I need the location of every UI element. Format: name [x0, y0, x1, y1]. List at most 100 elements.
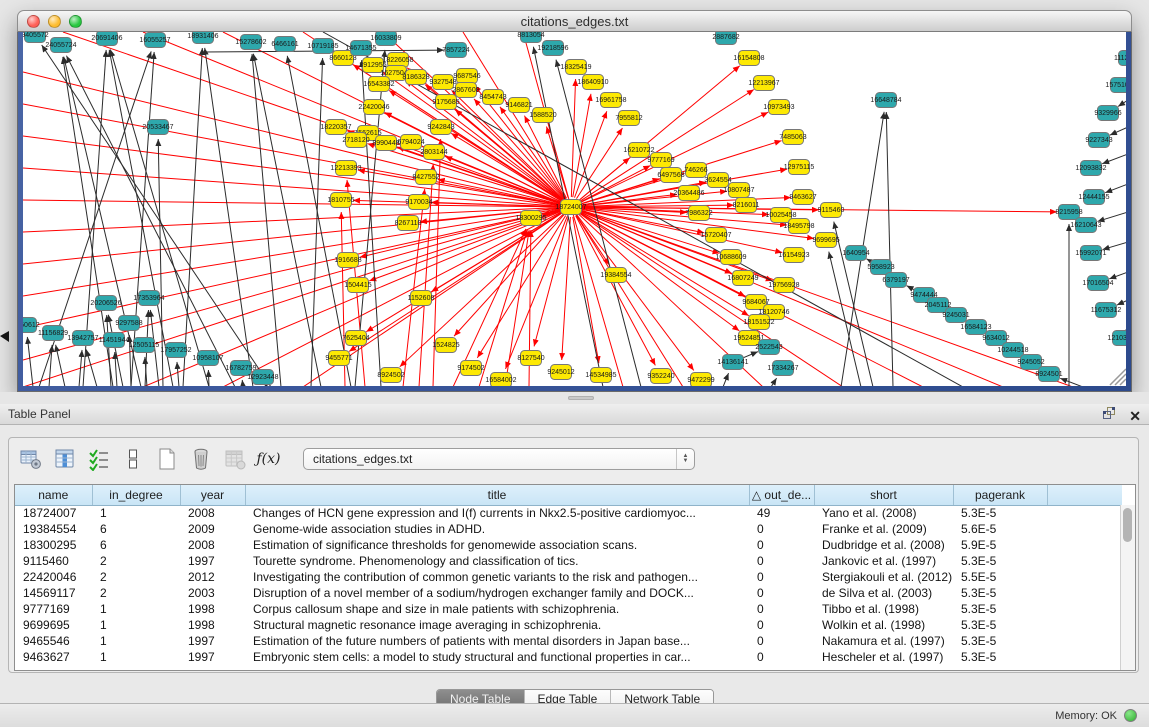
graph-node[interactable]: 6497568	[657, 168, 684, 183]
memory-status-icon[interactable]	[1124, 709, 1137, 722]
graph-node[interactable]: 15278602	[235, 35, 266, 50]
table-options-icon[interactable]	[17, 445, 44, 472]
graph-edge[interactable]	[1103, 242, 1126, 250]
graph-edge[interactable]	[23, 136, 571, 207]
graph-edge[interactable]	[742, 352, 758, 359]
graph-node[interactable]: 9405572	[23, 32, 49, 43]
graph-node[interactable]: 6466161	[271, 37, 298, 52]
graph-node[interactable]: 17334267	[767, 361, 798, 376]
graph-node[interactable]: 8454743	[479, 90, 506, 105]
graph-node[interactable]: 1640954	[842, 246, 869, 261]
graph-node[interactable]: 14136141	[717, 355, 748, 370]
graph-node[interactable]: 9777169	[647, 153, 674, 168]
graph-node[interactable]: 9242843	[427, 120, 454, 135]
create-column-icon[interactable]	[153, 445, 180, 472]
graph-node[interactable]: 8427552	[412, 170, 439, 185]
graph-node[interactable]: 19218596	[537, 41, 568, 56]
graph-node[interactable]: 1916688	[334, 253, 361, 268]
graph-node[interactable]: 20533467	[142, 120, 173, 135]
import-table-icon[interactable]	[221, 445, 248, 472]
graph-node[interactable]: 16154808	[733, 51, 764, 66]
graph-node[interactable]: 12093832	[1075, 161, 1106, 176]
table-row[interactable]: 977716911998Corpus callosum shape and si…	[15, 601, 1122, 617]
graph-edge[interactable]	[455, 110, 563, 201]
select-columns-icon[interactable]	[85, 445, 112, 472]
graph-edge[interactable]	[556, 60, 641, 386]
column-header-title[interactable]: title	[245, 485, 749, 505]
column-header-year[interactable]: year	[180, 485, 245, 505]
graph-edge[interactable]	[56, 345, 65, 386]
graph-node[interactable]: 16154923	[778, 248, 809, 263]
graph-node[interactable]: 8186328	[402, 70, 429, 85]
graph-edge[interactable]	[1060, 378, 1083, 386]
graph-edge[interactable]	[23, 207, 571, 296]
table-row[interactable]: 1872400712008Changes of HCN gene express…	[15, 505, 1122, 521]
graph-node[interactable]: 2867608	[452, 83, 479, 98]
graph-edge[interactable]	[575, 111, 607, 197]
graph-edge[interactable]	[1110, 127, 1126, 135]
graph-node[interactable]: 6379197	[882, 273, 909, 288]
graph-node[interactable]: 17353964	[133, 291, 164, 306]
graph-node[interactable]: 7857224	[442, 43, 469, 58]
window-titlebar[interactable]: citations_edges.txt	[17, 10, 1132, 32]
graph-node[interactable]: 2718120	[342, 133, 369, 148]
table-row[interactable]: 1456911722003Disruption of a novel membe…	[15, 585, 1122, 601]
graph-node[interactable]: 19384554	[600, 268, 631, 283]
graph-node[interactable]: 8127540	[517, 351, 544, 366]
graph-edge[interactable]	[829, 252, 861, 386]
column-header-filler[interactable]	[1047, 485, 1122, 505]
graph-node[interactable]: 8216011	[733, 198, 760, 213]
panel-splitter[interactable]	[0, 392, 1149, 404]
table-row[interactable]: 1830029562008Estimation of significance …	[15, 537, 1122, 553]
graph-node[interactable]: 16961758	[595, 93, 626, 108]
graph-edge[interactable]	[571, 79, 575, 197]
column-header-short[interactable]: short	[814, 485, 953, 505]
column-header-in_degree[interactable]: in_degree	[92, 485, 180, 505]
graph-edge[interactable]	[1097, 212, 1126, 221]
graph-node[interactable]: 9687546	[453, 69, 480, 84]
graph-node[interactable]: 8267110	[395, 216, 422, 231]
graph-node[interactable]: 9227343	[1085, 133, 1112, 148]
graph-node[interactable]: 16648784	[870, 93, 901, 108]
resize-grip[interactable]	[1115, 374, 1126, 385]
delete-column-icon[interactable]	[187, 445, 214, 472]
graph-node[interactable]: 18220357	[320, 120, 351, 135]
graph-node[interactable]: 9115460	[818, 203, 845, 218]
graph-edge[interactable]	[86, 350, 97, 386]
graph-edge[interactable]	[177, 362, 179, 386]
graph-node[interactable]: 9329966	[1094, 106, 1121, 121]
graph-node[interactable]: 12444155	[1078, 190, 1109, 205]
graph-node[interactable]: 9463627	[789, 190, 816, 205]
graph-node[interactable]: 17016504	[1082, 276, 1113, 291]
row-height-icon[interactable]	[119, 445, 146, 472]
graph-edge[interactable]	[208, 370, 209, 386]
graph-node[interactable]: 8990448	[372, 136, 399, 151]
graph-node[interactable]: 9175685	[432, 95, 459, 110]
graph-node[interactable]: 16584002	[485, 373, 516, 387]
graph-node[interactable]: 9245012	[547, 365, 574, 380]
function-builder-icon[interactable]: ƒ(x)	[255, 445, 282, 472]
graph-node[interactable]: 9146821	[505, 98, 532, 113]
table-scrollbar-thumb[interactable]	[1123, 508, 1132, 542]
graph-node[interactable]: 15992071	[1075, 246, 1106, 261]
table-row[interactable]: 2242004622012Investigating the contribut…	[15, 569, 1122, 585]
graph-node[interactable]: 15751074	[1105, 78, 1126, 93]
graph-node[interactable]: 6794024	[397, 135, 424, 150]
graph-edge[interactable]	[771, 378, 777, 386]
column-visibility-icon[interactable]	[51, 445, 78, 472]
column-header-name[interactable]: name	[15, 485, 92, 505]
graph-node[interactable]: 2887682	[712, 32, 739, 45]
graph-node[interactable]: 18931406	[187, 32, 218, 44]
float-panel-icon[interactable]	[1102, 406, 1117, 425]
graph-node[interactable]: 7625404	[342, 331, 369, 346]
graph-node[interactable]: 9352240	[647, 369, 674, 384]
graph-node[interactable]: 7955812	[615, 111, 642, 126]
graph-node[interactable]: 12213967	[748, 76, 779, 91]
table-row[interactable]: 911546021997Tourette syndrome. Phenomeno…	[15, 553, 1122, 569]
table-row[interactable]: 1938455462009Genome-wide association stu…	[15, 521, 1122, 537]
graph-node[interactable]: 3624554	[704, 173, 731, 188]
graph-node[interactable]: 9472299	[687, 373, 714, 387]
graph-node[interactable]: 1524825	[432, 338, 459, 353]
graph-edge[interactable]	[1109, 272, 1126, 279]
table-row[interactable]: 946362711997Embryonic stem cells: a mode…	[15, 649, 1122, 665]
